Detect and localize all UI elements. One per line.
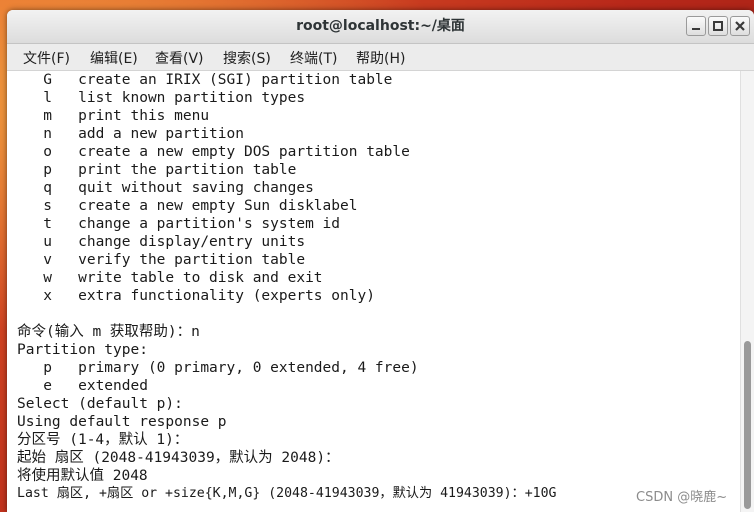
terminal-line: Select (default p): [17, 396, 183, 412]
terminal-line: x extra functionality (experts only) [17, 288, 375, 304]
menu-help[interactable]: 帮助(H) [356, 48, 405, 68]
terminal-output[interactable]: G create an IRIX (SGI) partition table l… [7, 71, 740, 512]
terminal-line: v verify the partition table [17, 252, 306, 268]
terminal-line: 分区号 (1-4，默认 1)： [17, 432, 189, 448]
terminal-line: s create a new empty Sun disklabel [17, 198, 358, 214]
terminal-line: Using default response p [17, 414, 227, 430]
menu-edit[interactable]: 编辑(E) [90, 48, 138, 68]
terminal-line: p print the partition table [17, 162, 297, 178]
terminal-line: G create an IRIX (SGI) partition table [17, 72, 393, 88]
maximize-button[interactable] [708, 16, 728, 36]
close-icon [735, 21, 745, 31]
terminal-line: u change display/entry units [17, 234, 306, 250]
terminal-line: Partition type: [17, 342, 148, 358]
scrollbar-thumb[interactable] [744, 341, 751, 509]
menu-terminal[interactable]: 终端(T) [290, 48, 337, 68]
terminal-scrollbar[interactable] [740, 71, 754, 512]
terminal-line: n add a new partition [17, 126, 244, 142]
terminal-line: e extended [17, 378, 148, 394]
terminal-line: o create a new empty DOS partition table [17, 144, 410, 160]
terminal-line: 起始 扇区 (2048-41943039，默认为 2048)： [17, 450, 340, 466]
watermark: CSDN @晓鹿~ [636, 490, 728, 505]
terminal-line: t change a partition's system id [17, 216, 341, 232]
terminal-window: root@localhost:~/桌面 文件(F) 编辑(E) 查看(V) 搜索… [7, 10, 754, 512]
title-bar[interactable]: root@localhost:~/桌面 [7, 10, 754, 44]
terminal-line: w write table to disk and exit [17, 270, 323, 286]
terminal-line: q quit without saving changes [17, 180, 314, 196]
menu-bar: 文件(F) 编辑(E) 查看(V) 搜索(S) 终端(T) 帮助(H) [7, 44, 754, 71]
close-button[interactable] [730, 16, 750, 36]
terminal-line: Last 扇区, +扇区 or +size{K,M,G} (2048-41943… [17, 486, 557, 501]
maximize-icon [713, 21, 723, 31]
terminal-line: m print this menu [17, 108, 210, 124]
menu-view[interactable]: 查看(V) [155, 48, 204, 68]
menu-file[interactable]: 文件(F) [23, 48, 70, 68]
minimize-button[interactable] [686, 16, 706, 36]
terminal-line: 将使用默认值 2048 [17, 468, 148, 484]
terminal-line: 命令(输入 m 获取帮助)：n [17, 324, 200, 340]
terminal-line: p primary (0 primary, 0 extended, 4 free… [17, 360, 419, 376]
menu-search[interactable]: 搜索(S) [223, 48, 271, 68]
minimize-icon [692, 28, 700, 30]
terminal-line: l list known partition types [17, 90, 306, 106]
window-title: root@localhost:~/桌面 [296, 18, 465, 34]
